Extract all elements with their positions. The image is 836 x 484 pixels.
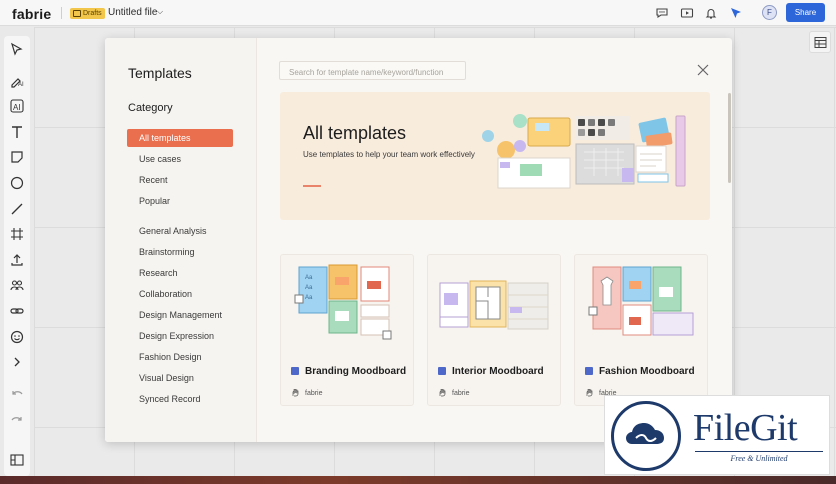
card-author-name: fabrie: [305, 390, 323, 397]
file-title[interactable]: Untitled file: [108, 7, 157, 18]
card-title: Branding Moodboard: [291, 366, 406, 377]
card-author: fabrie: [291, 388, 323, 397]
text-tool-icon[interactable]: [9, 124, 25, 140]
app-logo[interactable]: fabrie: [12, 6, 51, 22]
frame-tool-icon[interactable]: [9, 226, 25, 242]
all-templates-banner: All templates Use templates to help your…: [280, 92, 710, 220]
ellipse-tool-icon[interactable]: [9, 175, 25, 191]
more-chevron-icon[interactable]: [9, 354, 25, 370]
svg-text:AI: AI: [13, 103, 21, 112]
comment-icon[interactable]: [655, 6, 669, 20]
category-general-analysis[interactable]: General Analysis: [127, 222, 233, 240]
chevron-down-icon[interactable]: ⌵: [157, 7, 163, 17]
category-design-expression[interactable]: Design Expression: [127, 327, 233, 345]
svg-text:AI: AI: [18, 82, 24, 88]
category-synced-record[interactable]: Synced Record: [127, 390, 233, 408]
category-design-management[interactable]: Design Management: [127, 306, 233, 324]
category-recent[interactable]: Recent: [127, 171, 233, 189]
modal-title: Templates: [128, 65, 192, 81]
board-icon: [585, 367, 593, 375]
emoji-icon[interactable]: [9, 329, 25, 345]
category-collaboration[interactable]: Collaboration: [127, 285, 233, 303]
category-research[interactable]: Research: [127, 264, 233, 282]
category-use-cases[interactable]: Use cases: [127, 150, 233, 168]
banner-illustration: [482, 114, 686, 189]
watermark-title: FileGit: [693, 407, 798, 449]
author-icon: [292, 389, 299, 397]
cloud-icon: [626, 423, 664, 444]
category-heading: Category: [128, 102, 173, 114]
layout-toggle-button[interactable]: [809, 31, 831, 53]
cursor-follow-icon[interactable]: [729, 6, 743, 20]
card-author-name: fabrie: [452, 390, 470, 397]
branding-moodboard-thumbnail: Aa Aa Aa: [294, 264, 392, 340]
redo-icon[interactable]: [9, 412, 25, 428]
svg-text:Aa: Aa: [305, 275, 313, 281]
close-icon[interactable]: [695, 62, 711, 78]
taskbar-strip: [0, 476, 836, 484]
banner-title: All templates: [303, 123, 407, 143]
fashion-moodboard-thumbnail: [588, 266, 694, 336]
left-toolbar: AI AI: [4, 36, 30, 476]
card-title-text: Fashion Moodboard: [599, 366, 695, 377]
template-card[interactable]: Aa Aa Aa Branding Moodboard fabrie: [280, 254, 414, 406]
people-icon[interactable]: [9, 277, 25, 293]
modal-scrollbar[interactable]: [728, 93, 731, 183]
search-input[interactable]: [280, 64, 465, 81]
layout-panel-icon[interactable]: [9, 452, 25, 468]
banner-accent-line: [303, 185, 321, 187]
category-all-templates[interactable]: All templates: [127, 129, 233, 147]
card-title: Fashion Moodboard: [585, 366, 695, 377]
share-button[interactable]: Share: [786, 3, 825, 22]
line-tool-icon[interactable]: [9, 201, 25, 217]
watermark-subtitle: Free & Unlimited: [695, 451, 823, 463]
video-icon[interactable]: [680, 6, 694, 20]
bell-icon[interactable]: [704, 6, 718, 20]
svg-text:Aa: Aa: [305, 285, 313, 291]
table-layout-icon: [814, 37, 827, 48]
watermark-emblem: [611, 401, 681, 471]
upload-icon[interactable]: [9, 252, 25, 268]
author-icon: [586, 389, 593, 397]
select-tool-icon[interactable]: [9, 42, 25, 58]
ai-text-icon[interactable]: AI: [9, 98, 25, 114]
template-search[interactable]: [279, 61, 466, 81]
interior-moodboard-thumbnail: [439, 280, 549, 330]
undo-icon[interactable]: [9, 386, 25, 402]
board-icon: [438, 367, 446, 375]
top-bar: fabrie Drafts Untitled file ⌵ F Share: [0, 0, 836, 26]
category-popular[interactable]: Popular: [127, 192, 233, 210]
avatar[interactable]: F: [762, 5, 777, 20]
divider: [61, 7, 62, 19]
link-icon[interactable]: [9, 303, 25, 319]
category-visual-design[interactable]: Visual Design: [127, 369, 233, 387]
ai-brush-icon[interactable]: AI: [9, 72, 25, 88]
board-icon: [291, 367, 299, 375]
category-sidebar: Templates Category All templates Use cas…: [105, 38, 257, 442]
template-card[interactable]: Interior Moodboard fabrie: [427, 254, 561, 406]
folder-icon: [73, 10, 81, 17]
sticky-note-icon[interactable]: [9, 149, 25, 165]
banner-subtitle: Use templates to help your team work eff…: [303, 150, 475, 159]
templates-modal: Templates Category All templates Use cas…: [105, 38, 732, 442]
card-title: Interior Moodboard: [438, 366, 544, 377]
svg-text:Aa: Aa: [305, 295, 313, 301]
card-title-text: Interior Moodboard: [452, 366, 544, 377]
category-brainstorming[interactable]: Brainstorming: [127, 243, 233, 261]
card-author: fabrie: [438, 388, 470, 397]
drafts-label: Drafts: [83, 10, 102, 17]
drafts-badge[interactable]: Drafts: [70, 8, 105, 19]
category-fashion-design[interactable]: Fashion Design: [127, 348, 233, 366]
author-icon: [439, 389, 446, 397]
template-card[interactable]: Fashion Moodboard fabrie: [574, 254, 708, 406]
watermark-logo: FileGit Free & Unlimited: [604, 395, 830, 475]
card-title-text: Branding Moodboard: [305, 366, 407, 377]
